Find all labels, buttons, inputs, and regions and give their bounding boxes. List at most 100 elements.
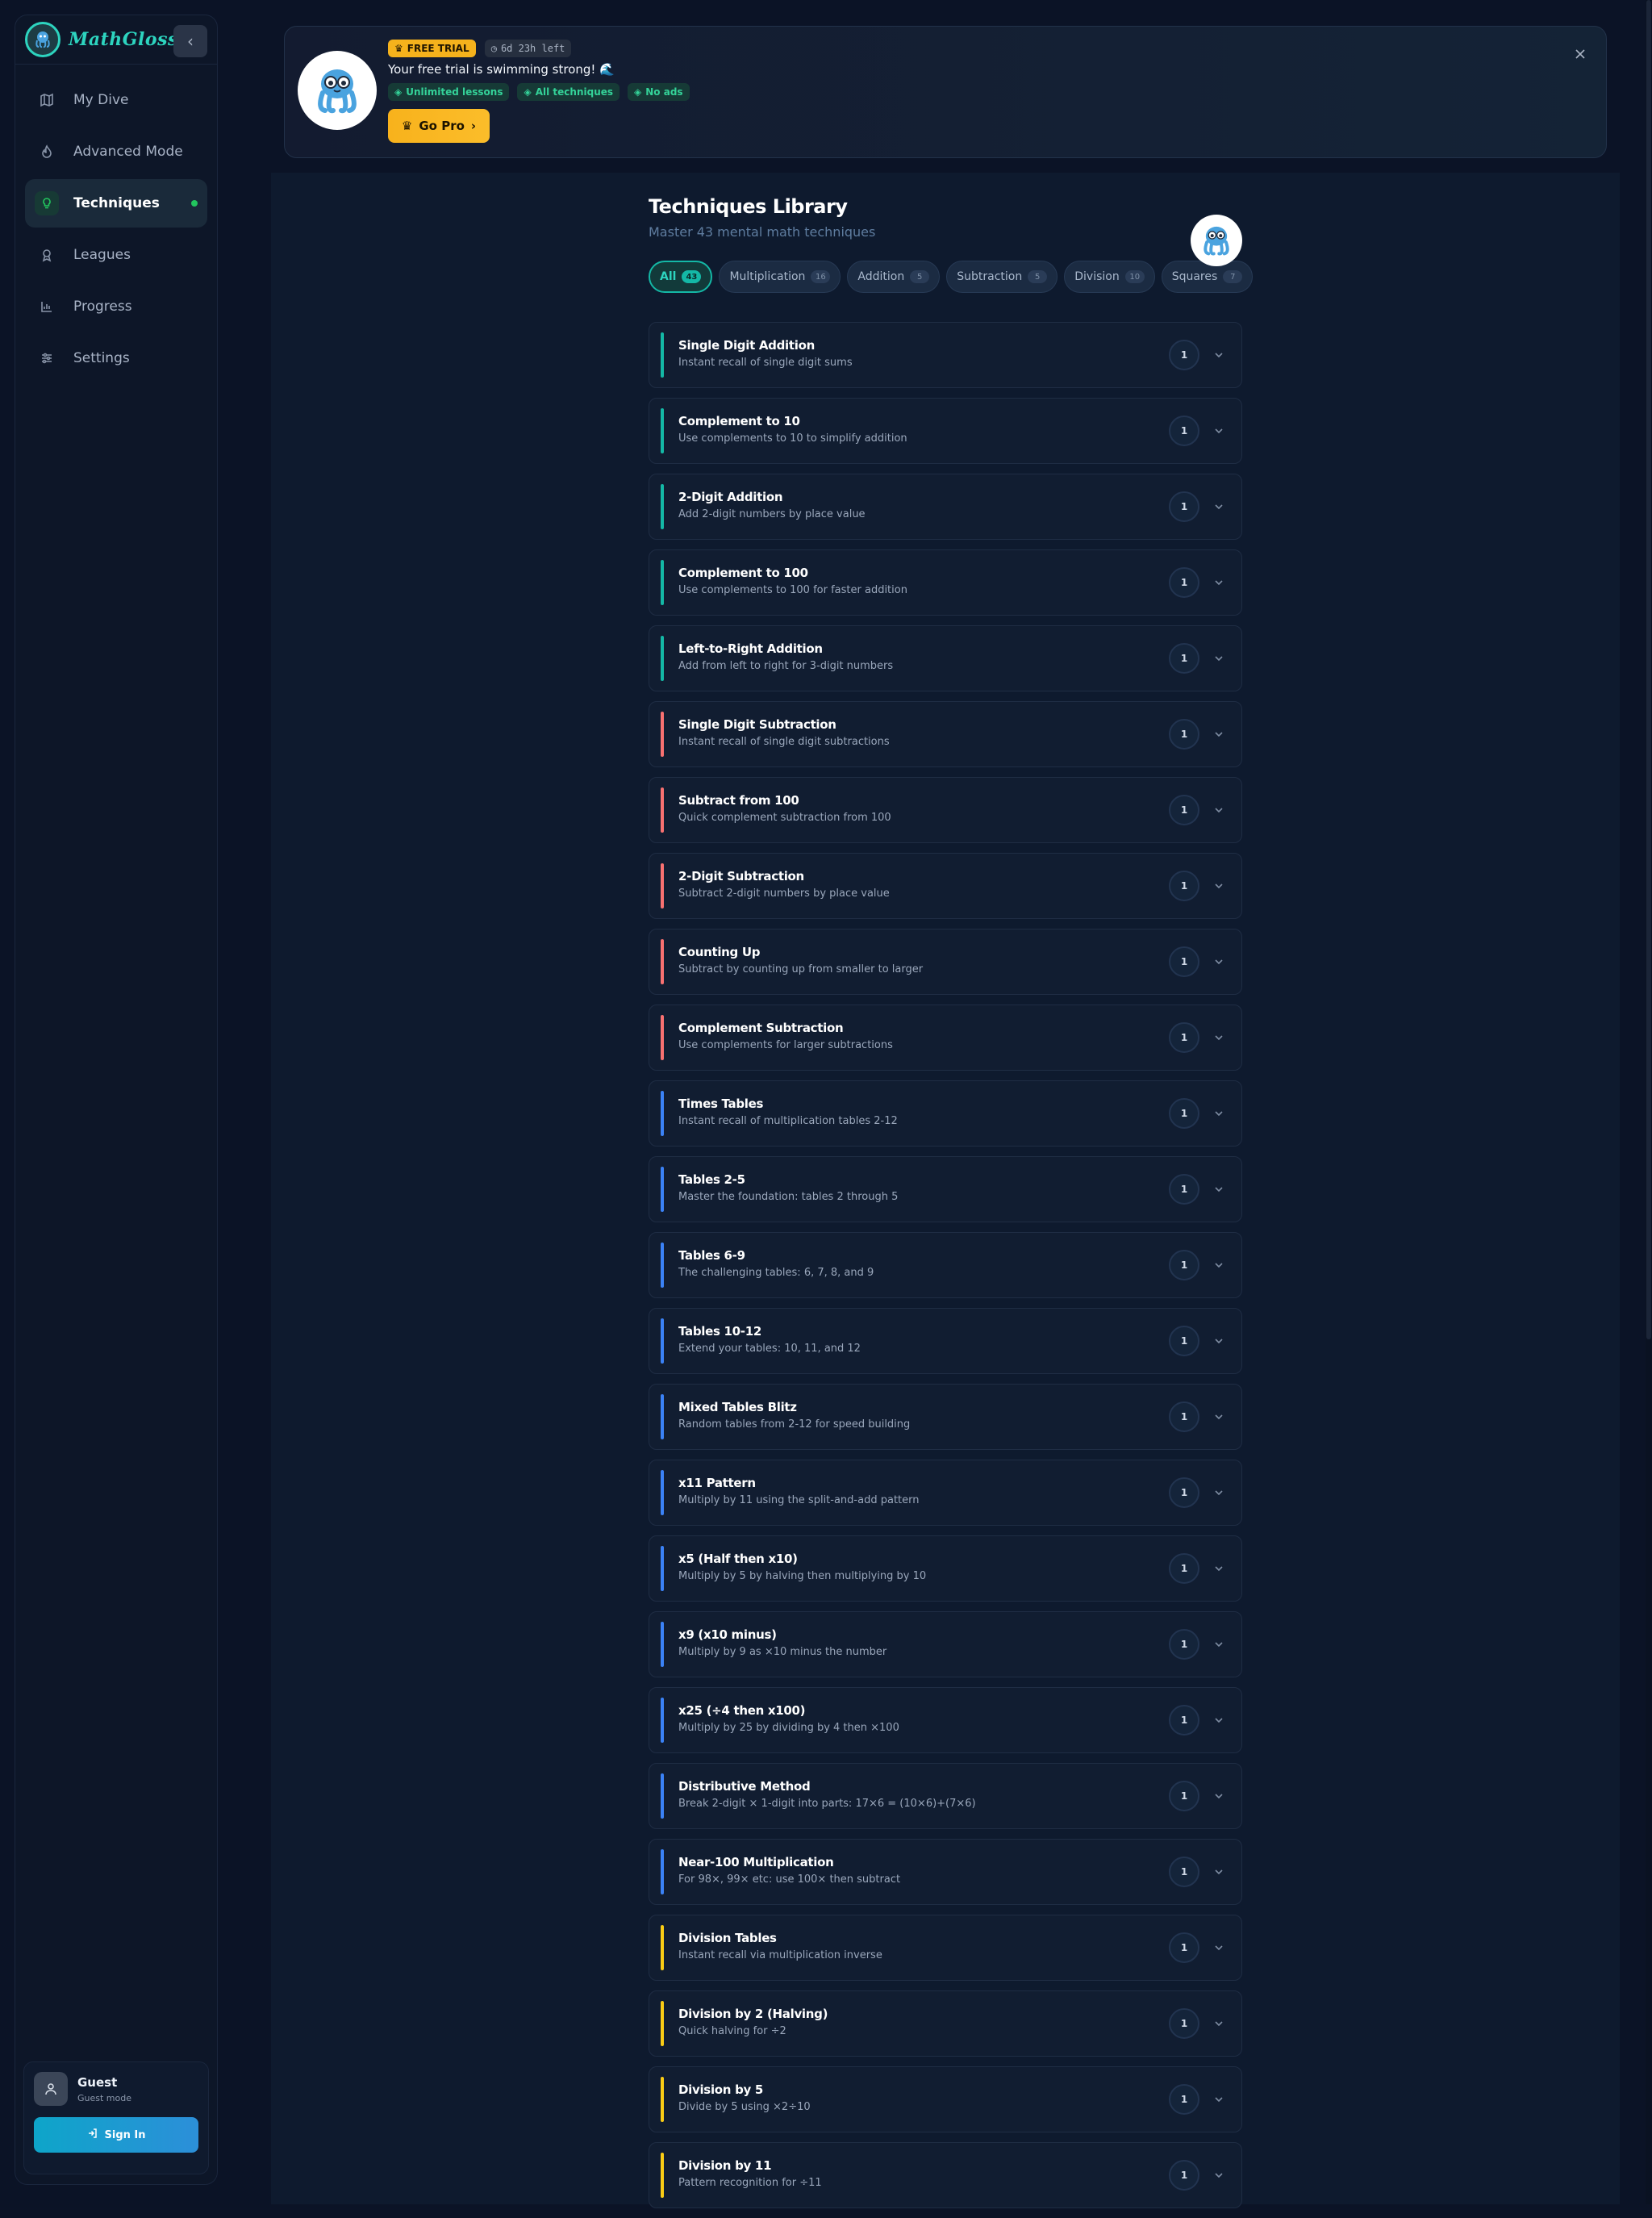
- page-scrollbar[interactable]: [1646, 0, 1652, 2204]
- technique-card[interactable]: Complement Subtraction Use complements fo…: [649, 1005, 1242, 1071]
- close-banner-icon[interactable]: [1571, 44, 1590, 64]
- technique-card[interactable]: 2-Digit Addition Add 2-digit numbers by p…: [649, 474, 1242, 540]
- chevron-down-icon[interactable]: [1212, 1562, 1225, 1575]
- scrollbar-thumb[interactable]: [1646, 0, 1651, 1339]
- chevron-down-icon[interactable]: [1212, 955, 1225, 968]
- technique-name: x25 (÷4 then x100): [678, 1703, 806, 1718]
- chevron-down-icon[interactable]: [1212, 576, 1225, 589]
- category-stripe: [661, 712, 664, 757]
- technique-card[interactable]: Times Tables Instant recall of multiplica…: [649, 1080, 1242, 1147]
- sidebar-item-progress[interactable]: Progress: [25, 282, 207, 331]
- filter-multiplication[interactable]: Multiplication 16: [719, 261, 841, 293]
- technique-card[interactable]: Division by 5 Divide by 5 using ×2÷10 1: [649, 2066, 1242, 2132]
- filter-label: All: [660, 270, 677, 283]
- technique-card[interactable]: 2-Digit Subtraction Subtract 2-digit numb…: [649, 853, 1242, 919]
- technique-name: Left-to-Right Addition: [678, 641, 823, 656]
- technique-card[interactable]: x25 (÷4 then x100) Multiply by 25 by divi…: [649, 1687, 1242, 1753]
- technique-card[interactable]: x11 Pattern Multiply by 11 using the spli…: [649, 1460, 1242, 1526]
- chevron-down-icon[interactable]: [1212, 1183, 1225, 1196]
- chevron-down-icon[interactable]: [1212, 2169, 1225, 2182]
- technique-card[interactable]: Mixed Tables Blitz Random tables from 2-1…: [649, 1384, 1242, 1450]
- technique-list: Single Digit Addition Instant recall of s…: [649, 322, 1242, 2208]
- technique-card[interactable]: Tables 6-9 The challenging tables: 6, 7, …: [649, 1232, 1242, 1298]
- chevron-down-icon[interactable]: [1212, 500, 1225, 513]
- chevron-right-icon: ›: [470, 119, 477, 133]
- chevron-down-icon[interactable]: [1212, 879, 1225, 892]
- chevron-down-icon[interactable]: [1212, 2017, 1225, 2030]
- go-pro-button[interactable]: ♛ Go Pro ›: [388, 109, 490, 143]
- sidebar-item-my-dive[interactable]: My Dive: [25, 76, 207, 124]
- filter-count: 43: [682, 270, 702, 283]
- chevron-left-icon: ‹: [187, 31, 194, 51]
- chevron-down-icon[interactable]: [1212, 1259, 1225, 1272]
- chevron-down-icon[interactable]: [1212, 1865, 1225, 1878]
- technique-card[interactable]: Complement to 100 Use complements to 100 …: [649, 549, 1242, 616]
- chevron-down-icon[interactable]: [1212, 728, 1225, 741]
- technique-card[interactable]: Division by 11 Pattern recognition for ÷1…: [649, 2142, 1242, 2208]
- technique-description: Random tables from 2-12 for speed buildi…: [678, 1418, 911, 1431]
- technique-description: Divide by 5 using ×2÷10: [678, 2101, 811, 2113]
- filter-all[interactable]: All 43: [649, 261, 713, 293]
- brand-name[interactable]: MathGlossa: [69, 29, 190, 50]
- sidebar-item-label: Progress: [73, 299, 132, 315]
- chevron-down-icon[interactable]: [1212, 2093, 1225, 2106]
- technique-card[interactable]: Division Tables Instant recall via multip…: [649, 1915, 1242, 1981]
- crown-icon: ♛: [394, 43, 403, 54]
- technique-card[interactable]: Single Digit Addition Instant recall of s…: [649, 322, 1242, 388]
- technique-card[interactable]: Counting Up Subtract by counting up from …: [649, 929, 1242, 995]
- sidebar-item-label: Techniques: [73, 195, 160, 211]
- sidebar-item-settings[interactable]: Settings: [25, 334, 207, 382]
- sidebar-item-label: My Dive: [73, 92, 129, 108]
- sidebar-header: MathGlossa ‹: [15, 15, 217, 65]
- chevron-down-icon[interactable]: [1212, 1790, 1225, 1802]
- technique-card[interactable]: Distributive Method Break 2-digit × 1-dig…: [649, 1763, 1242, 1829]
- chevron-down-icon[interactable]: [1212, 1941, 1225, 1954]
- filter-count: 10: [1124, 270, 1145, 283]
- technique-card[interactable]: Tables 2-5 Master the foundation: tables …: [649, 1156, 1242, 1222]
- chevron-down-icon[interactable]: [1212, 1335, 1225, 1347]
- filter-count: 7: [1223, 270, 1243, 283]
- sidebar-item-techniques[interactable]: Techniques: [25, 179, 207, 228]
- chevron-down-icon[interactable]: [1212, 1031, 1225, 1044]
- chevron-down-icon[interactable]: [1212, 804, 1225, 817]
- technique-card[interactable]: Near-100 Multiplication For 98×, 99× etc:…: [649, 1839, 1242, 1905]
- banner-title: Your free trial is swimming strong! 🌊: [388, 62, 615, 77]
- technique-card[interactable]: Complement to 10 Use complements to 10 to…: [649, 398, 1242, 464]
- technique-description: Add 2-digit numbers by place value: [678, 508, 866, 520]
- technique-card[interactable]: Subtract from 100 Quick complement subtra…: [649, 777, 1242, 843]
- filter-addition[interactable]: Addition 5: [847, 261, 941, 293]
- chevron-down-icon[interactable]: [1212, 1638, 1225, 1651]
- chevron-down-icon[interactable]: [1212, 1714, 1225, 1727]
- flame-icon: [35, 140, 59, 164]
- technique-description: Instant recall via multiplication invers…: [678, 1949, 882, 1961]
- technique-card[interactable]: Single Digit Subtraction Instant recall o…: [649, 701, 1242, 767]
- collapse-sidebar-button[interactable]: ‹: [173, 25, 207, 57]
- technique-card[interactable]: x9 (x10 minus) Multiply by 9 as ×10 minus…: [649, 1611, 1242, 1677]
- technique-name: x11 Pattern: [678, 1476, 756, 1490]
- filter-subtraction[interactable]: Subtraction 5: [946, 261, 1058, 293]
- octopus-avatar-icon[interactable]: [1191, 215, 1242, 266]
- chevron-down-icon[interactable]: [1212, 652, 1225, 665]
- perk-list: ◈ Unlimited lessons ◈ All techniques ◈ No a…: [388, 83, 690, 101]
- technique-name: Tables 2-5: [678, 1172, 745, 1187]
- sign-in-button[interactable]: Sign In: [34, 2117, 198, 2153]
- technique-card[interactable]: Left-to-Right Addition Add from left to r…: [649, 625, 1242, 691]
- technique-card[interactable]: Division by 2 (Halving) Quick halving for…: [649, 1990, 1242, 2057]
- chevron-down-icon[interactable]: [1212, 1486, 1225, 1499]
- sidebar-item-leagues[interactable]: Leagues: [25, 231, 207, 279]
- technique-card[interactable]: Tables 10-12 Extend your tables: 10, 11, …: [649, 1308, 1242, 1374]
- technique-description: Add from left to right for 3-digit numbe…: [678, 660, 894, 672]
- technique-level-badge: 1: [1169, 1401, 1199, 1432]
- chevron-down-icon[interactable]: [1212, 424, 1225, 437]
- chevron-down-icon[interactable]: [1212, 349, 1225, 361]
- category-stripe: [661, 1015, 664, 1060]
- sidebar-item-advanced-mode[interactable]: Advanced Mode: [25, 127, 207, 176]
- technique-card[interactable]: x5 (Half then x10) Multiply by 5 by halvi…: [649, 1535, 1242, 1602]
- filter-division[interactable]: Division 10: [1064, 261, 1155, 293]
- chevron-down-icon[interactable]: [1212, 1410, 1225, 1423]
- filter-squares[interactable]: Squares 7: [1161, 261, 1254, 293]
- technique-level-badge: 1: [1169, 2160, 1199, 2191]
- technique-name: Division Tables: [678, 1931, 777, 1945]
- octopus-logo-icon[interactable]: [25, 22, 60, 57]
- chevron-down-icon[interactable]: [1212, 1107, 1225, 1120]
